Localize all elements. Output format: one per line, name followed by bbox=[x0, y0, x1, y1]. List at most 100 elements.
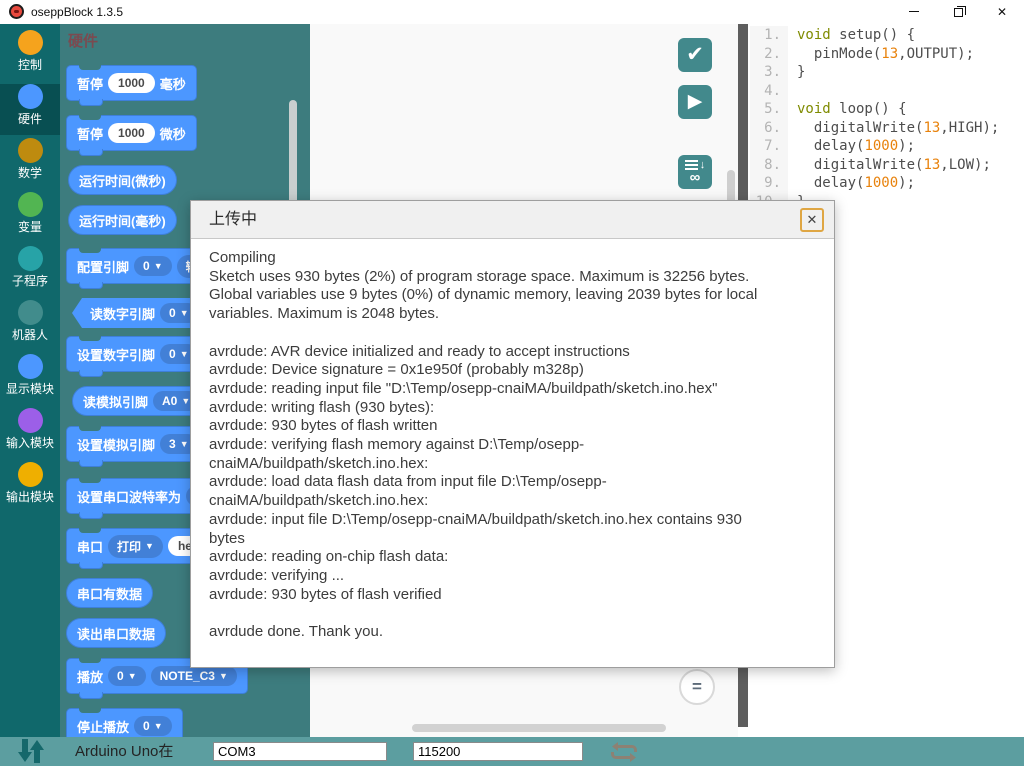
category-label: 子程序 bbox=[0, 272, 60, 289]
sidebar-item-4[interactable]: 子程序 bbox=[0, 246, 60, 297]
palette-block-6[interactable]: 设置数字引脚0▼ bbox=[66, 336, 209, 372]
block-label: 设置模拟引脚 bbox=[77, 435, 155, 454]
palette-block-11[interactable]: 串口有数据 bbox=[66, 578, 153, 608]
close-window-button[interactable]: ✕ bbox=[980, 0, 1024, 24]
dialog-close-button[interactable]: ✕ bbox=[800, 208, 824, 232]
code-line: 8. digitalWrite(13,LOW); bbox=[750, 156, 1024, 175]
block-label: 运行时间(毫秒) bbox=[79, 211, 166, 230]
chevron-down-icon: ▼ bbox=[180, 439, 189, 449]
sidebar-item-1[interactable]: 硬件 bbox=[0, 84, 60, 135]
minimize-button[interactable] bbox=[892, 0, 936, 24]
code-line: 9. delay(1000); bbox=[750, 174, 1024, 193]
palette-block-2[interactable]: 运行时间(微秒) bbox=[68, 165, 177, 195]
chevron-down-icon: ▼ bbox=[128, 671, 137, 681]
code-line: 4. bbox=[750, 82, 1024, 101]
chevron-down-icon: ▼ bbox=[181, 396, 190, 406]
code-line: 2. pinMode(13,OUTPUT); bbox=[750, 45, 1024, 64]
category-label: 机器人 bbox=[0, 326, 60, 343]
app-window: oseppBlock 1.3.5 ✕ 控制硬件数学变量子程序机器人显示模块输入模… bbox=[0, 0, 1024, 766]
block-dropdown[interactable]: 0▼ bbox=[108, 666, 146, 686]
sidebar-item-3[interactable]: 变量 bbox=[0, 192, 60, 243]
palette-block-14[interactable]: 停止播放0▼ bbox=[66, 708, 183, 737]
line-number: 8. bbox=[750, 156, 788, 175]
workspace-horizontal-scrollbar[interactable] bbox=[412, 724, 666, 732]
block-label: 暂停 bbox=[77, 74, 103, 93]
category-label: 输出模块 bbox=[0, 488, 60, 505]
refresh-port-icon[interactable] bbox=[608, 740, 640, 764]
block-label: 暂停 bbox=[77, 124, 103, 143]
block-label: 微秒 bbox=[160, 124, 186, 143]
code-line: 3.} bbox=[750, 63, 1024, 82]
dialog-header: 上传中 ✕ bbox=[191, 201, 834, 239]
bottom-bar: Arduino Uno在 bbox=[0, 737, 1024, 766]
palette-block-0[interactable]: 暂停 1000 毫秒 bbox=[66, 65, 197, 101]
category-color-dot bbox=[18, 138, 43, 163]
upload-dialog: 上传中 ✕ Compiling Sketch uses 930 bytes (2… bbox=[190, 200, 835, 668]
palette-block-3[interactable]: 运行时间(毫秒) bbox=[68, 205, 177, 235]
block-dropdown[interactable]: 0▼ bbox=[134, 256, 172, 276]
line-number: 1. bbox=[750, 26, 788, 45]
line-number: 9. bbox=[750, 174, 788, 193]
block-value-input[interactable]: 1000 bbox=[108, 73, 155, 93]
category-color-dot bbox=[18, 246, 43, 271]
block-label: 毫秒 bbox=[160, 74, 186, 93]
block-dropdown[interactable]: 打印▼ bbox=[108, 535, 163, 558]
window-title: oseppBlock 1.3.5 bbox=[31, 0, 123, 24]
verify-button[interactable]: ✔ bbox=[678, 38, 712, 72]
category-color-dot bbox=[18, 408, 43, 433]
block-label: 运行时间(微秒) bbox=[79, 171, 166, 190]
block-label: 播放 bbox=[77, 667, 103, 686]
chevron-down-icon: ▼ bbox=[180, 308, 189, 318]
run-upload-button[interactable]: ▶ bbox=[678, 85, 712, 119]
arduino-app-icon bbox=[9, 4, 24, 19]
sidebar-item-0[interactable]: 控制 bbox=[0, 30, 60, 81]
category-label: 控制 bbox=[0, 56, 60, 73]
zoom-reset-button[interactable]: = bbox=[679, 669, 715, 705]
title-bar: oseppBlock 1.3.5 ✕ bbox=[0, 0, 1024, 24]
category-label: 数学 bbox=[0, 164, 60, 181]
code-line: 7. delay(1000); bbox=[750, 137, 1024, 156]
category-label: 硬件 bbox=[0, 110, 60, 127]
block-label: 读数字引脚 bbox=[90, 304, 155, 323]
chevron-down-icon: ▼ bbox=[154, 261, 163, 271]
board-name-label: Arduino Uno在 bbox=[75, 737, 173, 766]
line-number: 5. bbox=[750, 100, 788, 119]
chevron-down-icon: ▼ bbox=[154, 721, 163, 731]
baud-rate-input[interactable] bbox=[413, 742, 583, 761]
category-color-dot bbox=[18, 354, 43, 379]
palette-block-1[interactable]: 暂停 1000 微秒 bbox=[66, 115, 197, 151]
category-color-dot bbox=[18, 300, 43, 325]
category-label: 显示模块 bbox=[0, 380, 60, 397]
palette-block-8[interactable]: 设置模拟引脚3▼ bbox=[66, 426, 209, 462]
category-color-dot bbox=[18, 84, 43, 109]
block-value-input[interactable]: 1000 bbox=[108, 123, 155, 143]
dialog-log: Compiling Sketch uses 930 bytes (2%) of … bbox=[191, 239, 834, 652]
serial-updown-icon bbox=[16, 738, 46, 764]
category-color-dot bbox=[18, 462, 43, 487]
line-number: 2. bbox=[750, 45, 788, 64]
restore-icon bbox=[954, 8, 963, 17]
category-label: 输入模块 bbox=[0, 434, 60, 451]
block-label: 串口有数据 bbox=[77, 584, 142, 603]
palette-block-12[interactable]: 读出串口数据 bbox=[66, 618, 166, 648]
code-line: 5.void loop() { bbox=[750, 100, 1024, 119]
block-dropdown[interactable]: 0▼ bbox=[134, 716, 172, 736]
line-number: 7. bbox=[750, 137, 788, 156]
block-dropdown[interactable]: NOTE_C3▼ bbox=[151, 666, 237, 686]
category-color-dot bbox=[18, 30, 43, 55]
restore-button[interactable] bbox=[936, 0, 980, 24]
upload-code-button[interactable]: ↓ ∞ bbox=[678, 155, 712, 189]
block-label: 串口 bbox=[77, 537, 103, 556]
sidebar-item-8[interactable]: 输出模块 bbox=[0, 462, 60, 513]
category-sidebar: 控制硬件数学变量子程序机器人显示模块输入模块输出模块 bbox=[0, 24, 60, 737]
serial-port-input[interactable] bbox=[213, 742, 387, 761]
sidebar-item-5[interactable]: 机器人 bbox=[0, 300, 60, 351]
sidebar-item-2[interactable]: 数学 bbox=[0, 138, 60, 189]
category-color-dot bbox=[18, 192, 43, 217]
arduino-infinity-icon: ∞ bbox=[678, 171, 712, 185]
dialog-title: 上传中 bbox=[209, 201, 257, 239]
sidebar-item-7[interactable]: 输入模块 bbox=[0, 408, 60, 459]
block-label: 配置引脚 bbox=[77, 257, 129, 276]
sidebar-item-6[interactable]: 显示模块 bbox=[0, 354, 60, 405]
block-label: 读出串口数据 bbox=[77, 624, 155, 643]
